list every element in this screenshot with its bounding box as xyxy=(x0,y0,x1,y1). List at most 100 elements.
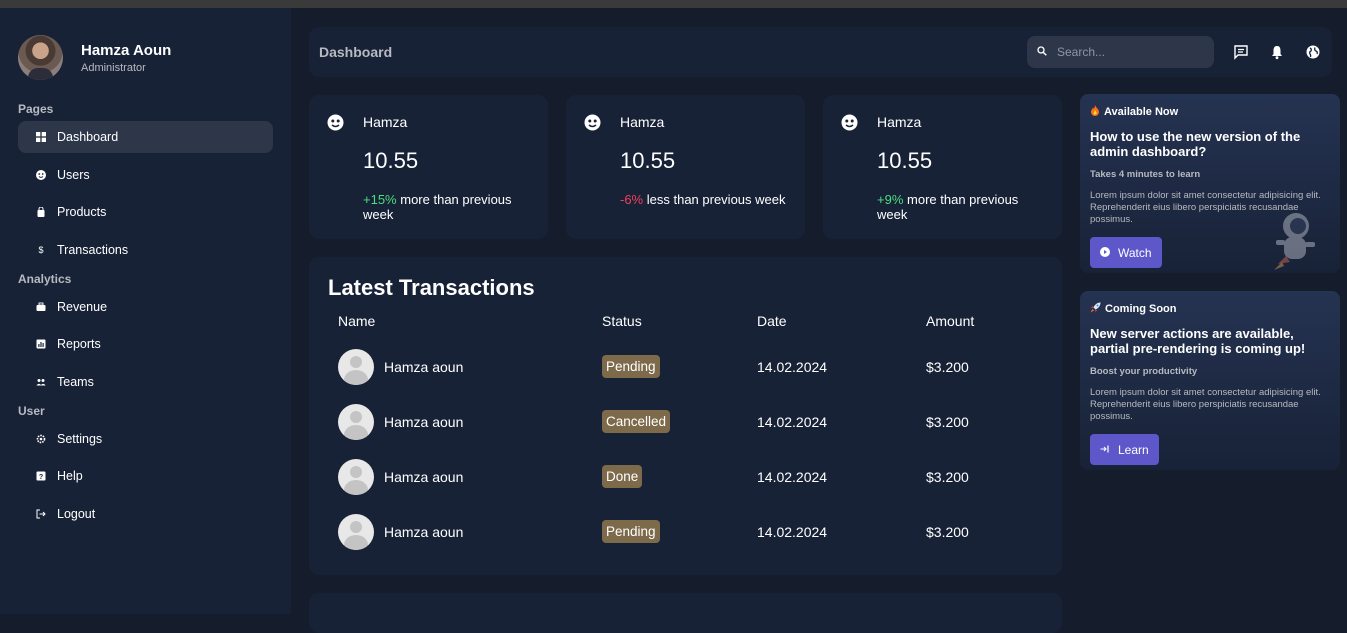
stat-change: +15% xyxy=(363,192,397,207)
sidebar-item-reports[interactable]: Reports xyxy=(18,328,273,360)
section-title-user: User xyxy=(18,403,45,418)
fire-icon xyxy=(1090,105,1100,119)
table-row[interactable]: Hamza aoun Pending 14.02.2024 $3.200 xyxy=(328,339,1043,394)
search-input[interactable] xyxy=(1057,45,1197,59)
status-badge: Done xyxy=(602,465,643,488)
row-date: 14.02.2024 xyxy=(757,358,828,375)
transactions-table: Name Status Date Amount Hamza aoun Pendi… xyxy=(328,313,1043,559)
learn-icon xyxy=(1100,443,1110,457)
status-badge: Pending xyxy=(602,355,660,378)
sidebar-item-help[interactable]: ? Help xyxy=(18,460,273,492)
watch-button[interactable]: Watch xyxy=(1090,237,1162,268)
user-avatar[interactable] xyxy=(18,35,63,80)
avatar xyxy=(338,348,374,385)
row-date: 14.02.2024 xyxy=(757,468,828,485)
promo-tag-label: Available Now xyxy=(1104,106,1179,118)
row-date: 14.02.2024 xyxy=(757,523,828,540)
row-name: Hamza aoun xyxy=(384,523,464,540)
stat-cards: Hamza 10.55 +15% more than previous week… xyxy=(309,95,1062,239)
table-row[interactable]: Hamza aoun Pending 14.02.2024 $3.200 xyxy=(328,504,1043,559)
stat-number: 10.55 xyxy=(620,148,676,173)
row-name: Hamza aoun xyxy=(384,413,464,430)
browser-top-strip xyxy=(0,0,1347,8)
promo-card-coming-soon: Coming Soon New server actions are avail… xyxy=(1080,291,1340,470)
notifications-icon[interactable] xyxy=(1268,43,1286,61)
search-icon xyxy=(1037,43,1047,61)
row-name: Hamza aoun xyxy=(384,468,464,485)
row-amount: $3.200 xyxy=(926,413,969,430)
stat-card[interactable]: Hamza 10.55 -6% less than previous week xyxy=(566,95,805,239)
main-content: Dashboard Search... Hamza 10.55 +15% mor… xyxy=(291,8,1347,633)
stat-card[interactable]: Hamza 10.55 +9% more than previous week xyxy=(823,95,1062,239)
table-row[interactable]: Hamza aoun Cancelled 14.02.2024 $3.200 xyxy=(328,394,1043,449)
stat-number: 10.55 xyxy=(877,148,933,173)
sidebar-item-label: Revenue xyxy=(57,299,108,314)
messages-icon[interactable] xyxy=(1232,43,1250,61)
briefcase-icon xyxy=(36,302,46,312)
user-role: Administrator xyxy=(81,61,146,74)
sidebar-item-products[interactable]: Products xyxy=(18,196,273,228)
promo-subtitle: Boost your productivity xyxy=(1090,366,1198,377)
learn-button[interactable]: Learn xyxy=(1090,434,1159,465)
row-amount: $3.200 xyxy=(926,468,969,485)
astronaut-illustration xyxy=(1274,213,1315,270)
stat-detail: +9% more than previous week xyxy=(877,192,1047,222)
sidebar-item-label: Users xyxy=(57,167,90,182)
stat-detail-text: less than previous week xyxy=(646,192,786,207)
promo-title: How to use the new version of the admin … xyxy=(1090,129,1301,159)
stat-card[interactable]: Hamza 10.55 +15% more than previous week xyxy=(309,95,548,239)
sidebar-item-teams[interactable]: Teams xyxy=(18,366,273,398)
status-badge: Pending xyxy=(602,520,660,543)
globe-icon[interactable] xyxy=(1304,43,1322,61)
sidebar-item-label: Transactions xyxy=(57,242,129,257)
promo-tag: Available Now xyxy=(1090,105,1330,119)
promo-title: New server actions are available, partia… xyxy=(1090,326,1306,356)
stat-title: Hamza xyxy=(620,114,665,130)
sidebar-item-label: Teams xyxy=(57,374,94,389)
play-icon xyxy=(1100,246,1110,260)
sidebar-item-label: Settings xyxy=(57,431,103,446)
promo-description: Lorem ipsum dolor sit amet consectetur a… xyxy=(1090,387,1321,422)
transactions-title: Latest Transactions xyxy=(328,275,535,300)
sidebar-item-transactions[interactable]: $ Transactions xyxy=(18,234,273,266)
avatar xyxy=(338,513,374,550)
section-title-analytics: Analytics xyxy=(18,271,72,286)
sidebar-item-dashboard[interactable]: Dashboard xyxy=(18,121,273,153)
column-header-status: Status xyxy=(602,313,642,329)
sidebar-item-revenue[interactable]: Revenue xyxy=(18,291,273,323)
stat-detail: +15% more than previous week xyxy=(363,192,533,222)
right-sidebar: Available Now How to use the new version… xyxy=(1080,94,1340,488)
promo-tag: Coming Soon xyxy=(1090,302,1330,316)
sidebar-item-label: Products xyxy=(57,205,107,219)
rocket-icon xyxy=(1090,302,1101,316)
stat-number: 10.55 xyxy=(363,148,419,173)
column-header-amount: Amount xyxy=(926,313,975,329)
sidebar-item-label: Help xyxy=(57,469,83,483)
stat-title: Hamza xyxy=(363,114,408,130)
teams-icon xyxy=(36,377,46,387)
page-title: Dashboard xyxy=(319,44,393,60)
navbar-actions xyxy=(1027,36,1322,68)
users-icon xyxy=(36,169,46,180)
dollar-icon: $ xyxy=(38,244,44,255)
sidebar-item-users[interactable]: Users xyxy=(18,159,273,191)
logout-icon xyxy=(36,509,46,519)
sidebar-item-logout[interactable]: Logout xyxy=(18,498,273,530)
app-layout: Hamza Aoun Administrator Pages Dashboard… xyxy=(0,8,1347,633)
help-icon: ? xyxy=(36,471,46,481)
table-row[interactable]: Hamza aoun Done 14.02.2024 $3.200 xyxy=(328,449,1043,504)
search-box[interactable] xyxy=(1027,36,1214,68)
dashboard-icon xyxy=(36,132,46,142)
row-amount: $3.200 xyxy=(926,523,969,540)
column-header-date: Date xyxy=(757,313,787,329)
sidebar-item-label: Logout xyxy=(57,506,96,521)
products-icon xyxy=(36,207,46,217)
sidebar-item-label: Dashboard xyxy=(57,130,119,144)
stat-change: +9% xyxy=(877,192,904,207)
sidebar-item-settings[interactable]: Settings xyxy=(18,423,273,455)
user-face-icon xyxy=(841,114,858,132)
svg-text:?: ? xyxy=(39,474,43,481)
status-badge: Cancelled xyxy=(602,410,671,433)
user-face-icon xyxy=(327,114,344,132)
latest-transactions: Latest Transactions Name Status Date Amo… xyxy=(309,257,1062,575)
